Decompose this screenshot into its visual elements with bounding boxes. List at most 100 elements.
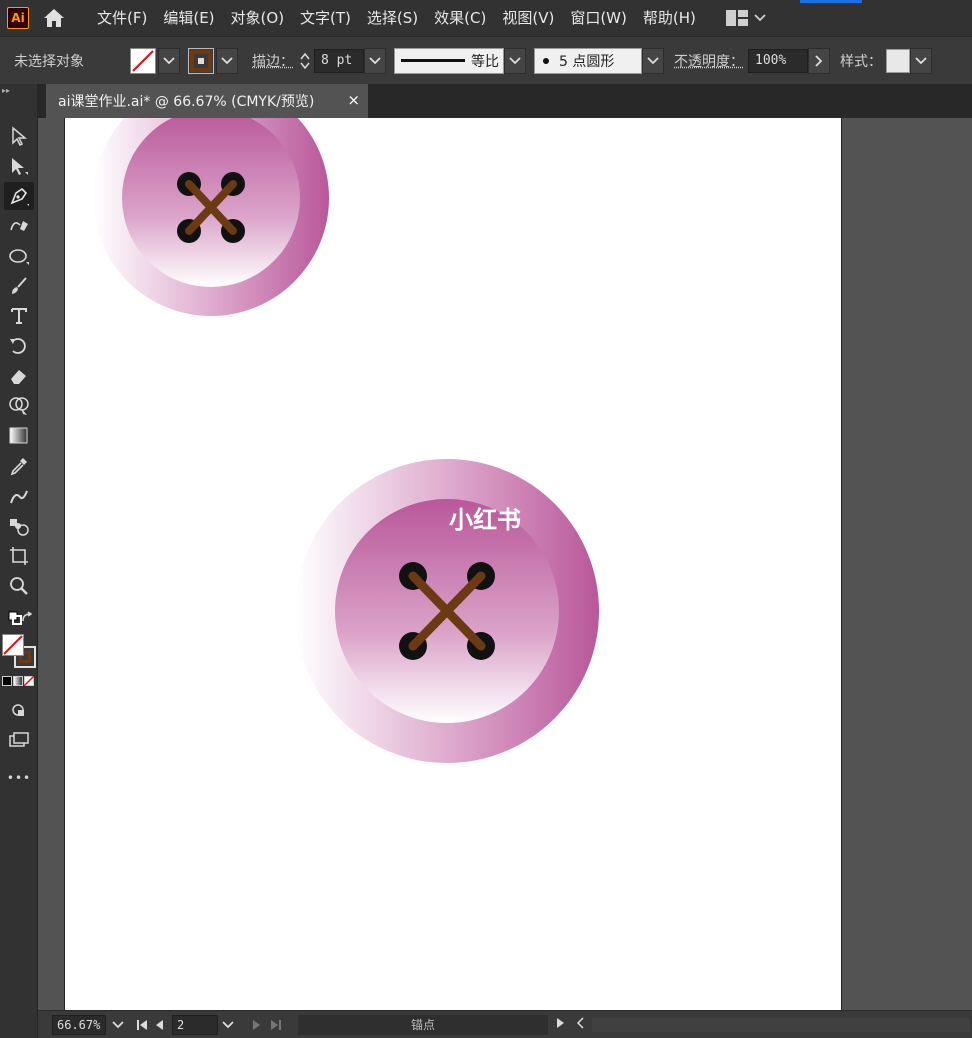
- button-graphic-top[interactable]: [93, 118, 329, 316]
- selection-arrow-icon: [12, 126, 28, 146]
- artboard-tool[interactable]: [4, 542, 34, 570]
- ellipse-tool[interactable]: [4, 242, 34, 270]
- gradient-mode-button[interactable]: [13, 676, 23, 686]
- menu-object[interactable]: 对象(O): [223, 0, 293, 36]
- next-artboard-icon[interactable]: [252, 1019, 262, 1031]
- workspace-switcher[interactable]: [725, 10, 766, 26]
- chevron-down-icon: [222, 1020, 234, 1028]
- artboard-dropdown[interactable]: [222, 1018, 234, 1032]
- gradient-icon: [9, 427, 28, 444]
- shape-builder-tool[interactable]: [4, 392, 34, 420]
- chevron-right-icon: [815, 54, 823, 67]
- direct-selection-tool[interactable]: [4, 152, 34, 180]
- symbol-sprayer-tool[interactable]: [4, 482, 34, 510]
- chevron-left-icon: [576, 1017, 584, 1029]
- gradient-tool[interactable]: [4, 422, 34, 450]
- brush-dropdown[interactable]: [642, 47, 664, 74]
- chevron-down-icon: [915, 56, 927, 64]
- menu-items: 文件(F) 编辑(E) 对象(O) 文字(T) 选择(S) 效果(C) 视图(V…: [89, 0, 704, 36]
- none-fill-icon: [132, 49, 154, 72]
- chevron-down-icon: [647, 56, 659, 64]
- chevron-down-icon: [163, 56, 175, 64]
- chevron-down-icon: [221, 56, 233, 64]
- opacity-label[interactable]: 不透明度：: [674, 51, 744, 71]
- opacity-expand-button[interactable]: [808, 47, 830, 74]
- color-mode-button[interactable]: [2, 676, 12, 686]
- rotate-tool[interactable]: [4, 332, 34, 360]
- stroke-weight-input[interactable]: 8 pt: [314, 48, 364, 73]
- stroke-line-icon: [401, 58, 465, 62]
- fill-dropdown[interactable]: [158, 47, 180, 74]
- stroke-color-icon: [190, 49, 212, 72]
- zoom-input[interactable]: 66.67%: [52, 1014, 106, 1035]
- watermark-text: 小红书: [449, 506, 521, 534]
- eraser-icon: [11, 370, 26, 384]
- document-tab-title: ai课堂作业.ai* @ 66.67% (CMYK/预览): [58, 94, 315, 110]
- stroke-label[interactable]: 描边：: [252, 51, 294, 71]
- profile-dropdown[interactable]: [504, 47, 526, 74]
- draw-mode-button[interactable]: [4, 696, 34, 724]
- selection-tool[interactable]: [4, 122, 34, 150]
- menu-help[interactable]: 帮助(H): [635, 0, 704, 36]
- play-triangle-icon: [557, 1018, 564, 1028]
- graphic-style-swatch[interactable]: [886, 48, 910, 73]
- edit-toolbar-button[interactable]: •••: [4, 764, 34, 792]
- menu-file[interactable]: 文件(F): [89, 0, 155, 36]
- stroke-weight-stepper[interactable]: [300, 52, 310, 69]
- fill-swatch[interactable]: [130, 47, 156, 74]
- variable-width-profile[interactable]: 等比: [394, 47, 504, 74]
- scroll-left-button[interactable]: [576, 1017, 584, 1032]
- panel-grip-icon[interactable]: ▸▸: [2, 86, 10, 95]
- previous-artboard-icon[interactable]: [154, 1019, 164, 1031]
- type-tool[interactable]: [4, 302, 34, 330]
- magnifier-icon: [10, 577, 28, 595]
- curvature-tool[interactable]: [4, 212, 34, 240]
- horizontal-scrollbar[interactable]: [592, 1017, 970, 1032]
- close-icon[interactable]: ×: [347, 91, 360, 109]
- zoom-dropdown[interactable]: [112, 1018, 126, 1032]
- canvas-area[interactable]: 小红书: [38, 118, 972, 1010]
- last-artboard-icon[interactable]: [270, 1019, 282, 1031]
- fill-stroke-indicator[interactable]: [2, 634, 38, 668]
- eyedropper-tool[interactable]: [4, 452, 34, 480]
- menu-type[interactable]: 文字(T): [292, 0, 359, 36]
- eyedropper-icon: [10, 458, 27, 476]
- opacity-input[interactable]: 100%: [748, 48, 808, 73]
- menu-select[interactable]: 选择(S): [359, 0, 426, 36]
- illustrator-window: Ai 文件(F) 编辑(E) 对象(O) 文字(T) 选择(S) 效果(C) 视…: [0, 0, 972, 1038]
- brush-definition[interactable]: 5 点圆形: [534, 47, 642, 74]
- stroke-swatch[interactable]: [188, 47, 214, 74]
- control-bar: 未选择对象 描边： 8 pt 等比 5 点圆形 不透明度： 100% 样式：: [0, 36, 972, 84]
- paintbrush-icon: [12, 277, 27, 294]
- swap-colors-button[interactable]: [18, 604, 36, 632]
- stroke-weight-dropdown[interactable]: [364, 47, 386, 74]
- color-mode-buttons: [2, 676, 34, 686]
- stroke-dropdown[interactable]: [216, 47, 238, 74]
- none-mode-button[interactable]: [24, 676, 34, 686]
- button-graphic-center[interactable]: [295, 459, 599, 763]
- menu-window[interactable]: 窗口(W): [562, 0, 635, 36]
- menu-edit[interactable]: 编辑(E): [155, 0, 222, 36]
- artboard-number-input[interactable]: 2: [172, 1014, 218, 1035]
- pen-tool[interactable]: [4, 182, 34, 210]
- eraser-tool[interactable]: [4, 362, 34, 390]
- status-menu-button[interactable]: [556, 1017, 566, 1032]
- chevron-up-icon: [300, 52, 310, 59]
- none-icon: [24, 676, 34, 686]
- menu-effect[interactable]: 效果(C): [426, 0, 494, 36]
- workspace-layout-icon: [725, 10, 748, 26]
- first-artboard-icon[interactable]: [136, 1019, 148, 1031]
- zoom-tool[interactable]: [4, 572, 34, 600]
- screen-mode-button[interactable]: [4, 726, 34, 754]
- brush-dot-icon: [543, 57, 549, 64]
- blend-tool[interactable]: [4, 512, 34, 540]
- artboard[interactable]: 小红书: [64, 118, 842, 1010]
- home-icon[interactable]: [41, 6, 67, 30]
- document-tab[interactable]: ai课堂作业.ai* @ 66.67% (CMYK/预览) ×: [46, 84, 368, 118]
- menu-view[interactable]: 视图(V): [494, 0, 562, 36]
- artboard-navigator-next: [252, 1019, 282, 1031]
- paintbrush-tool[interactable]: [4, 272, 34, 300]
- document-tab-bar: ai课堂作业.ai* @ 66.67% (CMYK/预览) ×: [38, 84, 972, 118]
- fill-indicator[interactable]: [2, 634, 24, 656]
- style-dropdown[interactable]: [910, 47, 932, 74]
